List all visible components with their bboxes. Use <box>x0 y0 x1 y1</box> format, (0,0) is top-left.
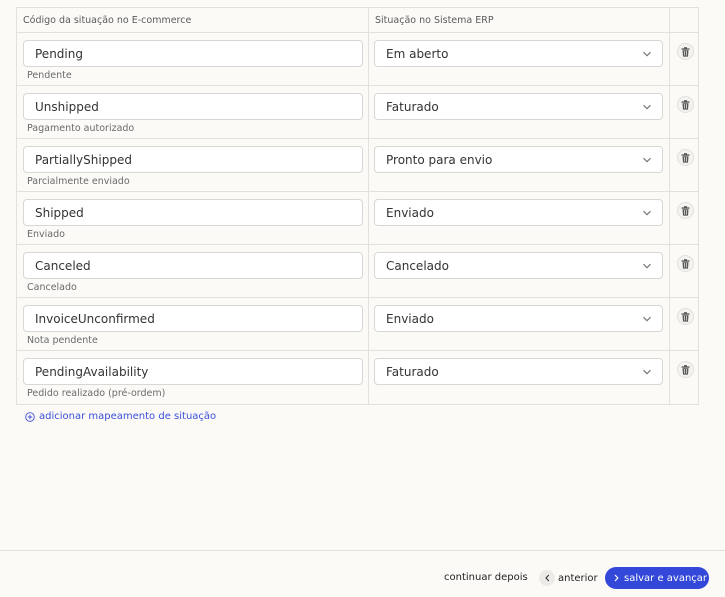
trash-icon <box>681 364 690 375</box>
erp-status-cell: Enviado <box>369 298 670 350</box>
ecommerce-code-cell: Shipped Enviado <box>17 192 369 244</box>
chevron-down-icon <box>643 104 651 110</box>
row-actions-cell <box>670 298 698 350</box>
delete-row-button[interactable] <box>677 43 694 60</box>
table-row: InvoiceUnconfirmed Nota pendente Enviado <box>17 298 698 351</box>
table-row: PartiallyShipped Parcialmente enviado Pr… <box>17 139 698 192</box>
table-row: Shipped Enviado Enviado <box>17 192 698 245</box>
header-actions <box>670 8 698 32</box>
row-actions-cell <box>670 192 698 244</box>
erp-status-cell: Em aberto <box>369 33 670 85</box>
ecommerce-code-cell: Canceled Cancelado <box>17 245 369 297</box>
ecommerce-code-input[interactable]: Shipped <box>23 199 363 226</box>
delete-row-button[interactable] <box>677 202 694 219</box>
erp-status-cell: Faturado <box>369 351 670 404</box>
add-status-mapping-label: adicionar mapeamento de situação <box>39 411 217 422</box>
erp-status-select[interactable]: Cancelado <box>374 252 663 279</box>
ecommerce-code-cell: InvoiceUnconfirmed Nota pendente <box>17 298 369 350</box>
ecommerce-code-description: Cancelado <box>27 282 77 293</box>
erp-status-select[interactable]: Faturado <box>374 93 663 120</box>
chevron-down-icon <box>643 157 651 163</box>
table-row: Unshipped Pagamento autorizado Faturado <box>17 86 698 139</box>
ecommerce-code-cell: PendingAvailability Pedido realizado (pr… <box>17 351 369 404</box>
ecommerce-code-description: Pedido realizado (pré-ordem) <box>27 388 166 399</box>
table-row: Canceled Cancelado Cancelado <box>17 245 698 298</box>
ecommerce-code-cell: PartiallyShipped Parcialmente enviado <box>17 139 369 191</box>
erp-status-value: Enviado <box>386 312 434 326</box>
ecommerce-code-input[interactable]: Unshipped <box>23 93 363 120</box>
footer-bar: continuar depois anterior salvar e avanç… <box>0 550 725 597</box>
erp-status-value: Pronto para envio <box>386 153 493 167</box>
previous-button[interactable]: anterior <box>539 569 598 587</box>
ecommerce-code-description: Parcialmente enviado <box>27 176 130 187</box>
ecommerce-code-description: Pagamento autorizado <box>27 123 135 134</box>
ecommerce-code-cell: Unshipped Pagamento autorizado <box>17 86 369 138</box>
row-actions-cell <box>670 139 698 191</box>
erp-status-select[interactable]: Pronto para envio <box>374 146 663 173</box>
table-row: Pending Pendente Em aberto <box>17 33 698 86</box>
delete-row-button[interactable] <box>677 149 694 166</box>
status-mapping-table: Código da situação no E-commerce Situaçã… <box>16 7 699 405</box>
trash-icon <box>681 205 690 216</box>
delete-row-button[interactable] <box>677 308 694 325</box>
chevron-down-icon <box>643 316 651 322</box>
table-header: Código da situação no E-commerce Situaçã… <box>17 8 698 33</box>
erp-status-cell: Pronto para envio <box>369 139 670 191</box>
delete-row-button[interactable] <box>677 255 694 272</box>
table-row: PendingAvailability Pedido realizado (pr… <box>17 351 698 404</box>
erp-status-value: Cancelado <box>386 259 449 273</box>
delete-row-button[interactable] <box>677 361 694 378</box>
chevron-left-icon <box>539 570 555 586</box>
erp-status-value: Faturado <box>386 365 439 379</box>
erp-status-select[interactable]: Enviado <box>374 199 663 226</box>
continue-later-button[interactable]: continuar depois <box>444 572 528 583</box>
chevron-right-icon <box>614 574 619 582</box>
header-erp-status: Situação no Sistema ERP <box>369 8 670 32</box>
trash-icon <box>681 152 690 163</box>
erp-status-value: Em aberto <box>386 47 449 61</box>
add-status-mapping-link[interactable]: adicionar mapeamento de situação <box>25 411 216 422</box>
ecommerce-code-description: Enviado <box>27 229 65 240</box>
chevron-down-icon <box>643 51 651 57</box>
trash-icon <box>681 258 690 269</box>
erp-status-cell: Enviado <box>369 192 670 244</box>
ecommerce-code-description: Nota pendente <box>27 335 98 346</box>
row-actions-cell <box>670 33 698 85</box>
ecommerce-code-cell: Pending Pendente <box>17 33 369 85</box>
chevron-down-icon <box>643 369 651 375</box>
erp-status-cell: Cancelado <box>369 245 670 297</box>
save-and-continue-button[interactable]: salvar e avançar <box>605 567 709 589</box>
erp-status-select[interactable]: Faturado <box>374 358 663 385</box>
ecommerce-code-description: Pendente <box>27 70 72 81</box>
row-actions-cell <box>670 351 698 404</box>
erp-status-select[interactable]: Enviado <box>374 305 663 332</box>
erp-status-value: Faturado <box>386 100 439 114</box>
row-actions-cell <box>670 86 698 138</box>
save-and-continue-label: salvar e avançar <box>624 572 708 584</box>
ecommerce-code-input[interactable]: Pending <box>23 40 363 67</box>
erp-status-value: Enviado <box>386 206 434 220</box>
erp-status-select[interactable]: Em aberto <box>374 40 663 67</box>
header-ecommerce-code: Código da situação no E-commerce <box>17 8 369 32</box>
row-actions-cell <box>670 245 698 297</box>
trash-icon <box>681 311 690 322</box>
trash-icon <box>681 99 690 110</box>
ecommerce-code-input[interactable]: PartiallyShipped <box>23 146 363 173</box>
plus-circle-icon <box>25 411 35 422</box>
erp-status-cell: Faturado <box>369 86 670 138</box>
delete-row-button[interactable] <box>677 96 694 113</box>
chevron-down-icon <box>643 210 651 216</box>
ecommerce-code-input[interactable]: Canceled <box>23 252 363 279</box>
previous-button-label: anterior <box>558 572 598 584</box>
trash-icon <box>681 46 690 57</box>
ecommerce-code-input[interactable]: InvoiceUnconfirmed <box>23 305 363 332</box>
ecommerce-code-input[interactable]: PendingAvailability <box>23 358 363 385</box>
chevron-down-icon <box>643 263 651 269</box>
